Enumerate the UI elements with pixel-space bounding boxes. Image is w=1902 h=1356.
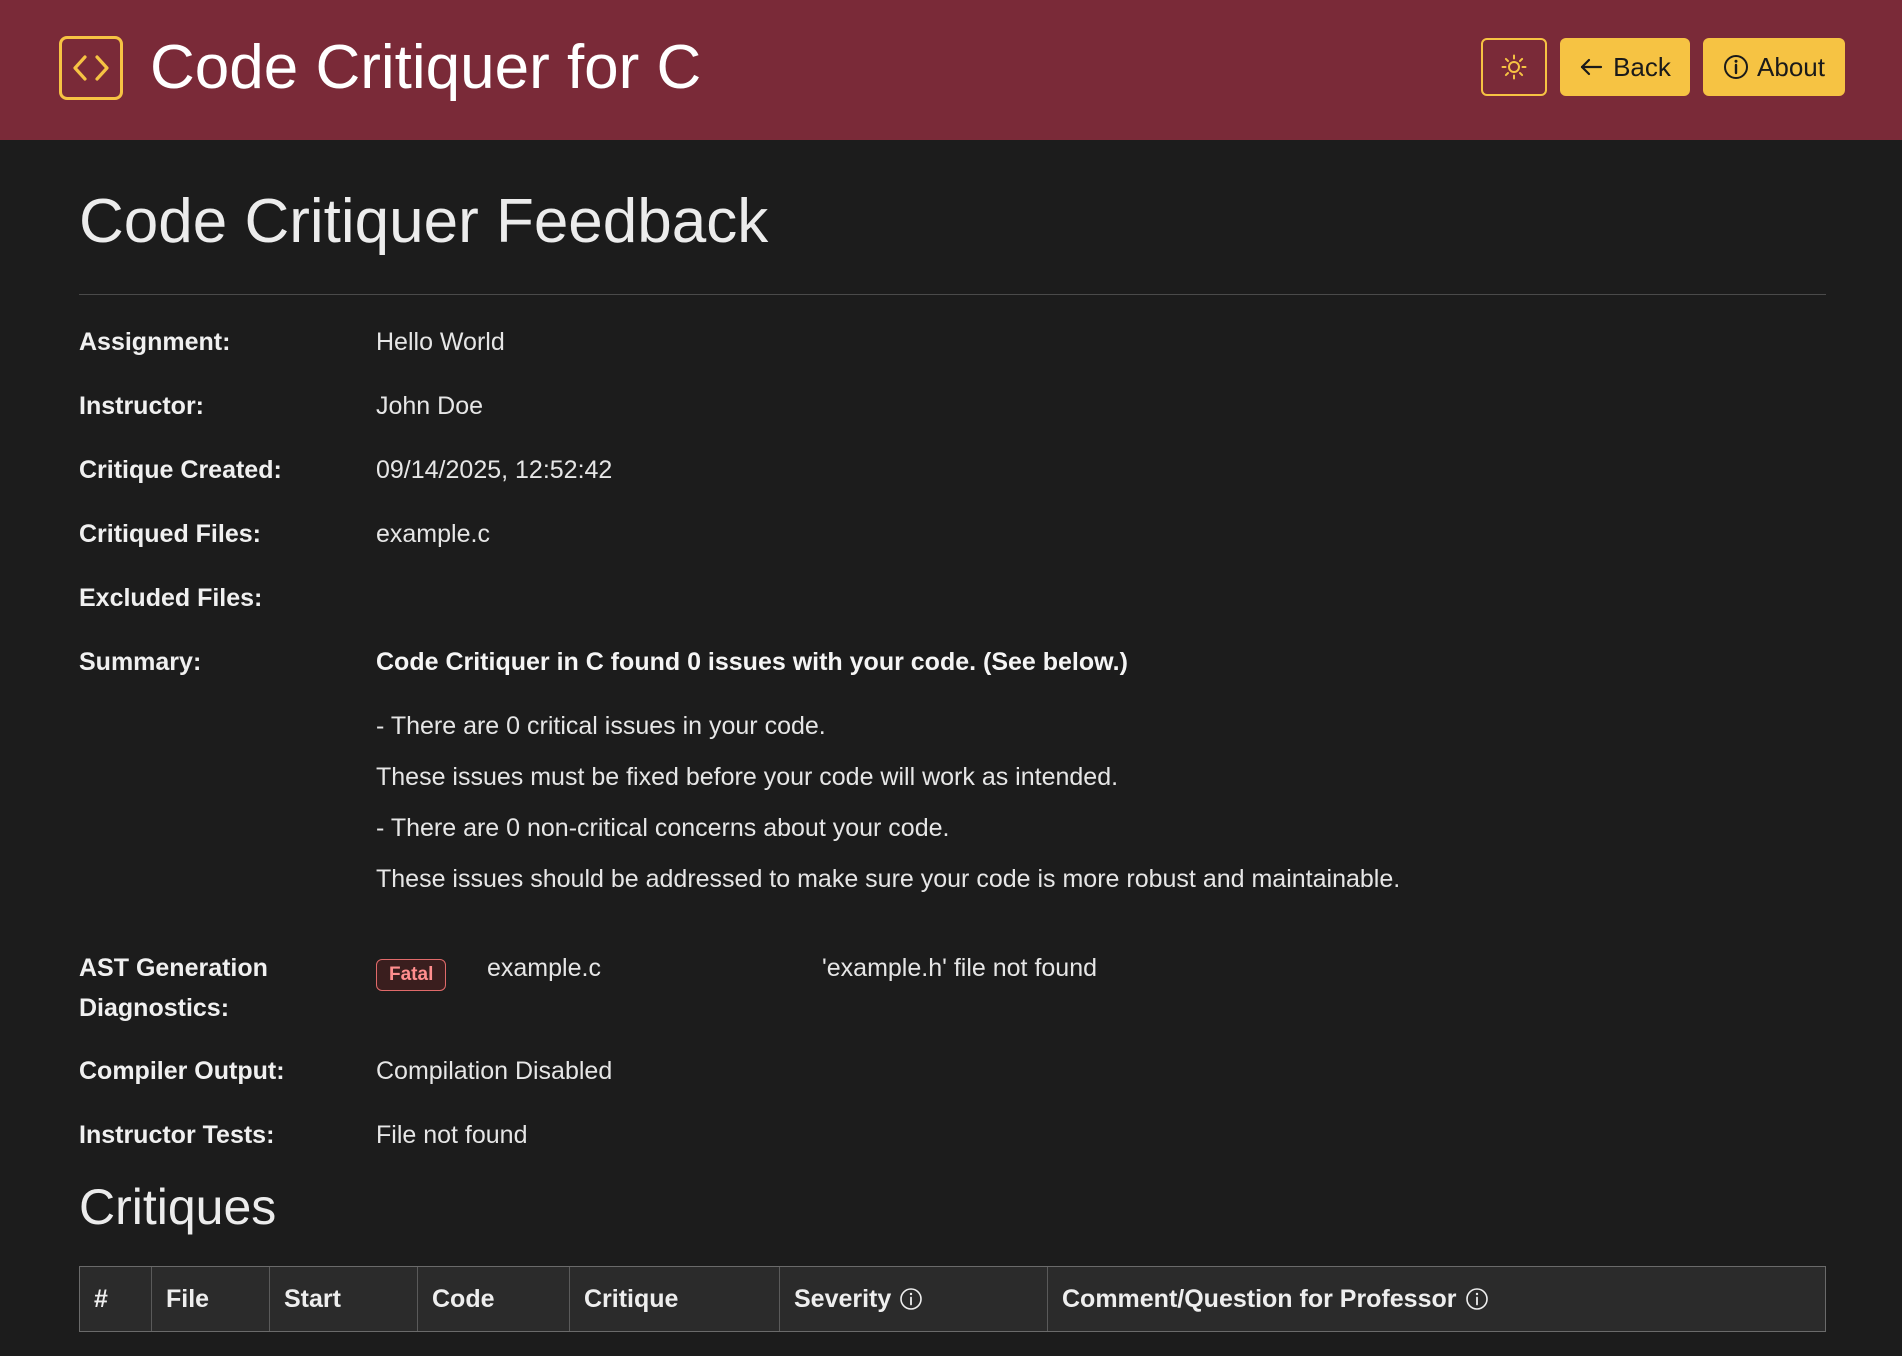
compiler-output-label: Compiler Output: [79, 1057, 285, 1085]
ast-label-line: Diagnostics: [79, 994, 230, 1022]
column-header-start[interactable]: Start [270, 1267, 418, 1331]
comment-header-label: Comment/Question for Professor [1062, 1284, 1457, 1313]
column-header-severity[interactable]: Severity [780, 1267, 1048, 1331]
ast-message: 'example.h' file not found [822, 954, 1097, 982]
created-value: 09/14/2025, 12:52:42 [376, 456, 613, 484]
column-header-file[interactable]: File [152, 1267, 270, 1331]
about-button[interactable]: About [1703, 38, 1845, 96]
ast-file: example.c [487, 954, 601, 982]
column-header-number[interactable]: # [80, 1267, 152, 1331]
column-header-code[interactable]: Code [418, 1267, 570, 1331]
summary-label: Summary: [79, 648, 202, 676]
about-label: About [1757, 51, 1825, 82]
critiqued-files-value: example.c [376, 520, 490, 548]
arrow-left-icon [1579, 57, 1603, 77]
assignment-value: Hello World [376, 328, 505, 356]
compiler-output-value: Compilation Disabled [376, 1057, 613, 1085]
ast-severity-wrap: Fatal [376, 952, 447, 992]
ast-diagnostics-label: AST Generation Diagnostics: [79, 948, 359, 1028]
column-header-critique[interactable]: Critique [570, 1267, 780, 1331]
summary-noncritical-note: These issues should be addressed to make… [376, 865, 1401, 893]
summary-headline: Code Critiquer in C found 0 issues with … [376, 648, 1128, 676]
info-circle-icon[interactable] [899, 1287, 923, 1311]
page-title: Code Critiquer Feedback [79, 187, 769, 256]
instructor-value: John Doe [376, 392, 484, 420]
instructor-label: Instructor: [79, 392, 204, 420]
excluded-files-label: Excluded Files: [79, 584, 263, 612]
fatal-badge: Fatal [376, 959, 447, 991]
app-title[interactable]: Code Critiquer for C [150, 32, 701, 104]
summary-noncritical-text: - There are 0 non-critical concerns abou… [376, 814, 950, 842]
sun-icon [1501, 54, 1527, 80]
summary-critical-text: - There are 0 critical issues in your co… [376, 712, 826, 740]
critiques-heading: Critiques [79, 1179, 277, 1235]
created-label: Critique Created: [79, 456, 282, 484]
info-circle-icon [1723, 54, 1749, 80]
instructor-tests-value: File not found [376, 1121, 528, 1149]
instructor-tests-label: Instructor Tests: [79, 1121, 275, 1149]
main-content: Code Critiquer Feedback Assignment: Hell… [79, 140, 1826, 1332]
title-divider [79, 294, 1826, 295]
top-navbar: Code Critiquer for C Back About [0, 0, 1902, 140]
severity-header-label: Severity [794, 1284, 892, 1313]
critiques-table-header: # File Start Code Critique Severity Comm… [79, 1266, 1826, 1332]
back-label: Back [1613, 51, 1671, 82]
critiqued-files-label: Critiqued Files: [79, 520, 261, 548]
summary-critical-note: These issues must be fixed before your c… [376, 763, 1119, 791]
assignment-label: Assignment: [79, 328, 231, 356]
theme-toggle-button[interactable] [1481, 38, 1547, 96]
code-brackets-icon[interactable] [59, 36, 123, 100]
ast-label-line: AST Generation [79, 954, 268, 982]
back-button[interactable]: Back [1560, 38, 1690, 96]
info-circle-icon[interactable] [1465, 1287, 1489, 1311]
column-header-comment[interactable]: Comment/Question for Professor [1048, 1267, 1825, 1331]
